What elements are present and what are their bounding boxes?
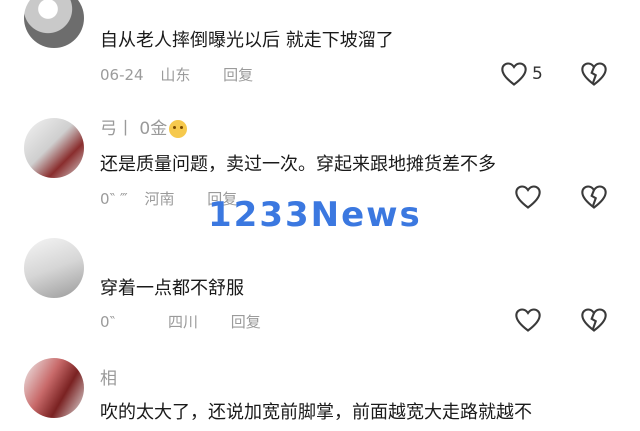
comment-location: 山东 xyxy=(160,66,191,84)
comment-username: 相 xyxy=(100,369,117,389)
avatar[interactable] xyxy=(24,358,84,418)
reply-button[interactable]: 回复 xyxy=(231,311,261,332)
reply-button[interactable]: 回复 xyxy=(223,64,253,85)
comment-location: 四川 xyxy=(167,313,198,331)
comment-username: 弓丨 0金 xyxy=(100,114,188,139)
comment-date: 06-24 xyxy=(100,66,144,84)
comment-text: 吹的太大了，还说加宽前脚掌，前面越宽大走路就越不 xyxy=(100,402,532,423)
comment-date: 0‶ ‴ xyxy=(100,190,128,208)
heart-icon[interactable] xyxy=(514,307,542,333)
comment-item: 自从老人摔倒曝光以后 就走下坡溜了 06-24 山东 回复 5 xyxy=(0,0,640,110)
broken-heart-icon[interactable] xyxy=(580,307,608,333)
avatar[interactable] xyxy=(24,0,84,48)
comment-text: 穿着一点都不舒服 xyxy=(100,278,244,299)
heart-icon[interactable] xyxy=(514,184,542,210)
comment-item: 相 吹的太大了，还说加宽前脚掌，前面越宽大走路就越不 xyxy=(0,350,640,431)
heart-icon[interactable] xyxy=(500,61,528,87)
comment-item: 穿着一点都不舒服 0‶ 四川 回复 xyxy=(0,230,640,350)
broken-heart-icon[interactable] xyxy=(580,184,608,210)
comment-location: 河南 xyxy=(144,190,175,208)
avatar[interactable] xyxy=(24,238,84,298)
comment-meta: 0‶ 四川 回复 xyxy=(100,311,261,332)
comment-meta: 06-24 山东 回复 xyxy=(100,64,253,85)
avatar[interactable] xyxy=(24,118,84,178)
watermark-text: 1233News xyxy=(208,195,422,235)
like-count: 5 xyxy=(532,64,543,84)
smile-emoji-icon xyxy=(169,120,188,138)
broken-heart-icon[interactable] xyxy=(580,61,608,87)
comment-text: 自从老人摔倒曝光以后 就走下坡溜了 xyxy=(100,30,394,51)
comment-text: 还是质量问题，卖过一次。穿起来跟地摊货差不多 xyxy=(100,154,496,175)
comment-date: 0‶ xyxy=(100,313,116,331)
